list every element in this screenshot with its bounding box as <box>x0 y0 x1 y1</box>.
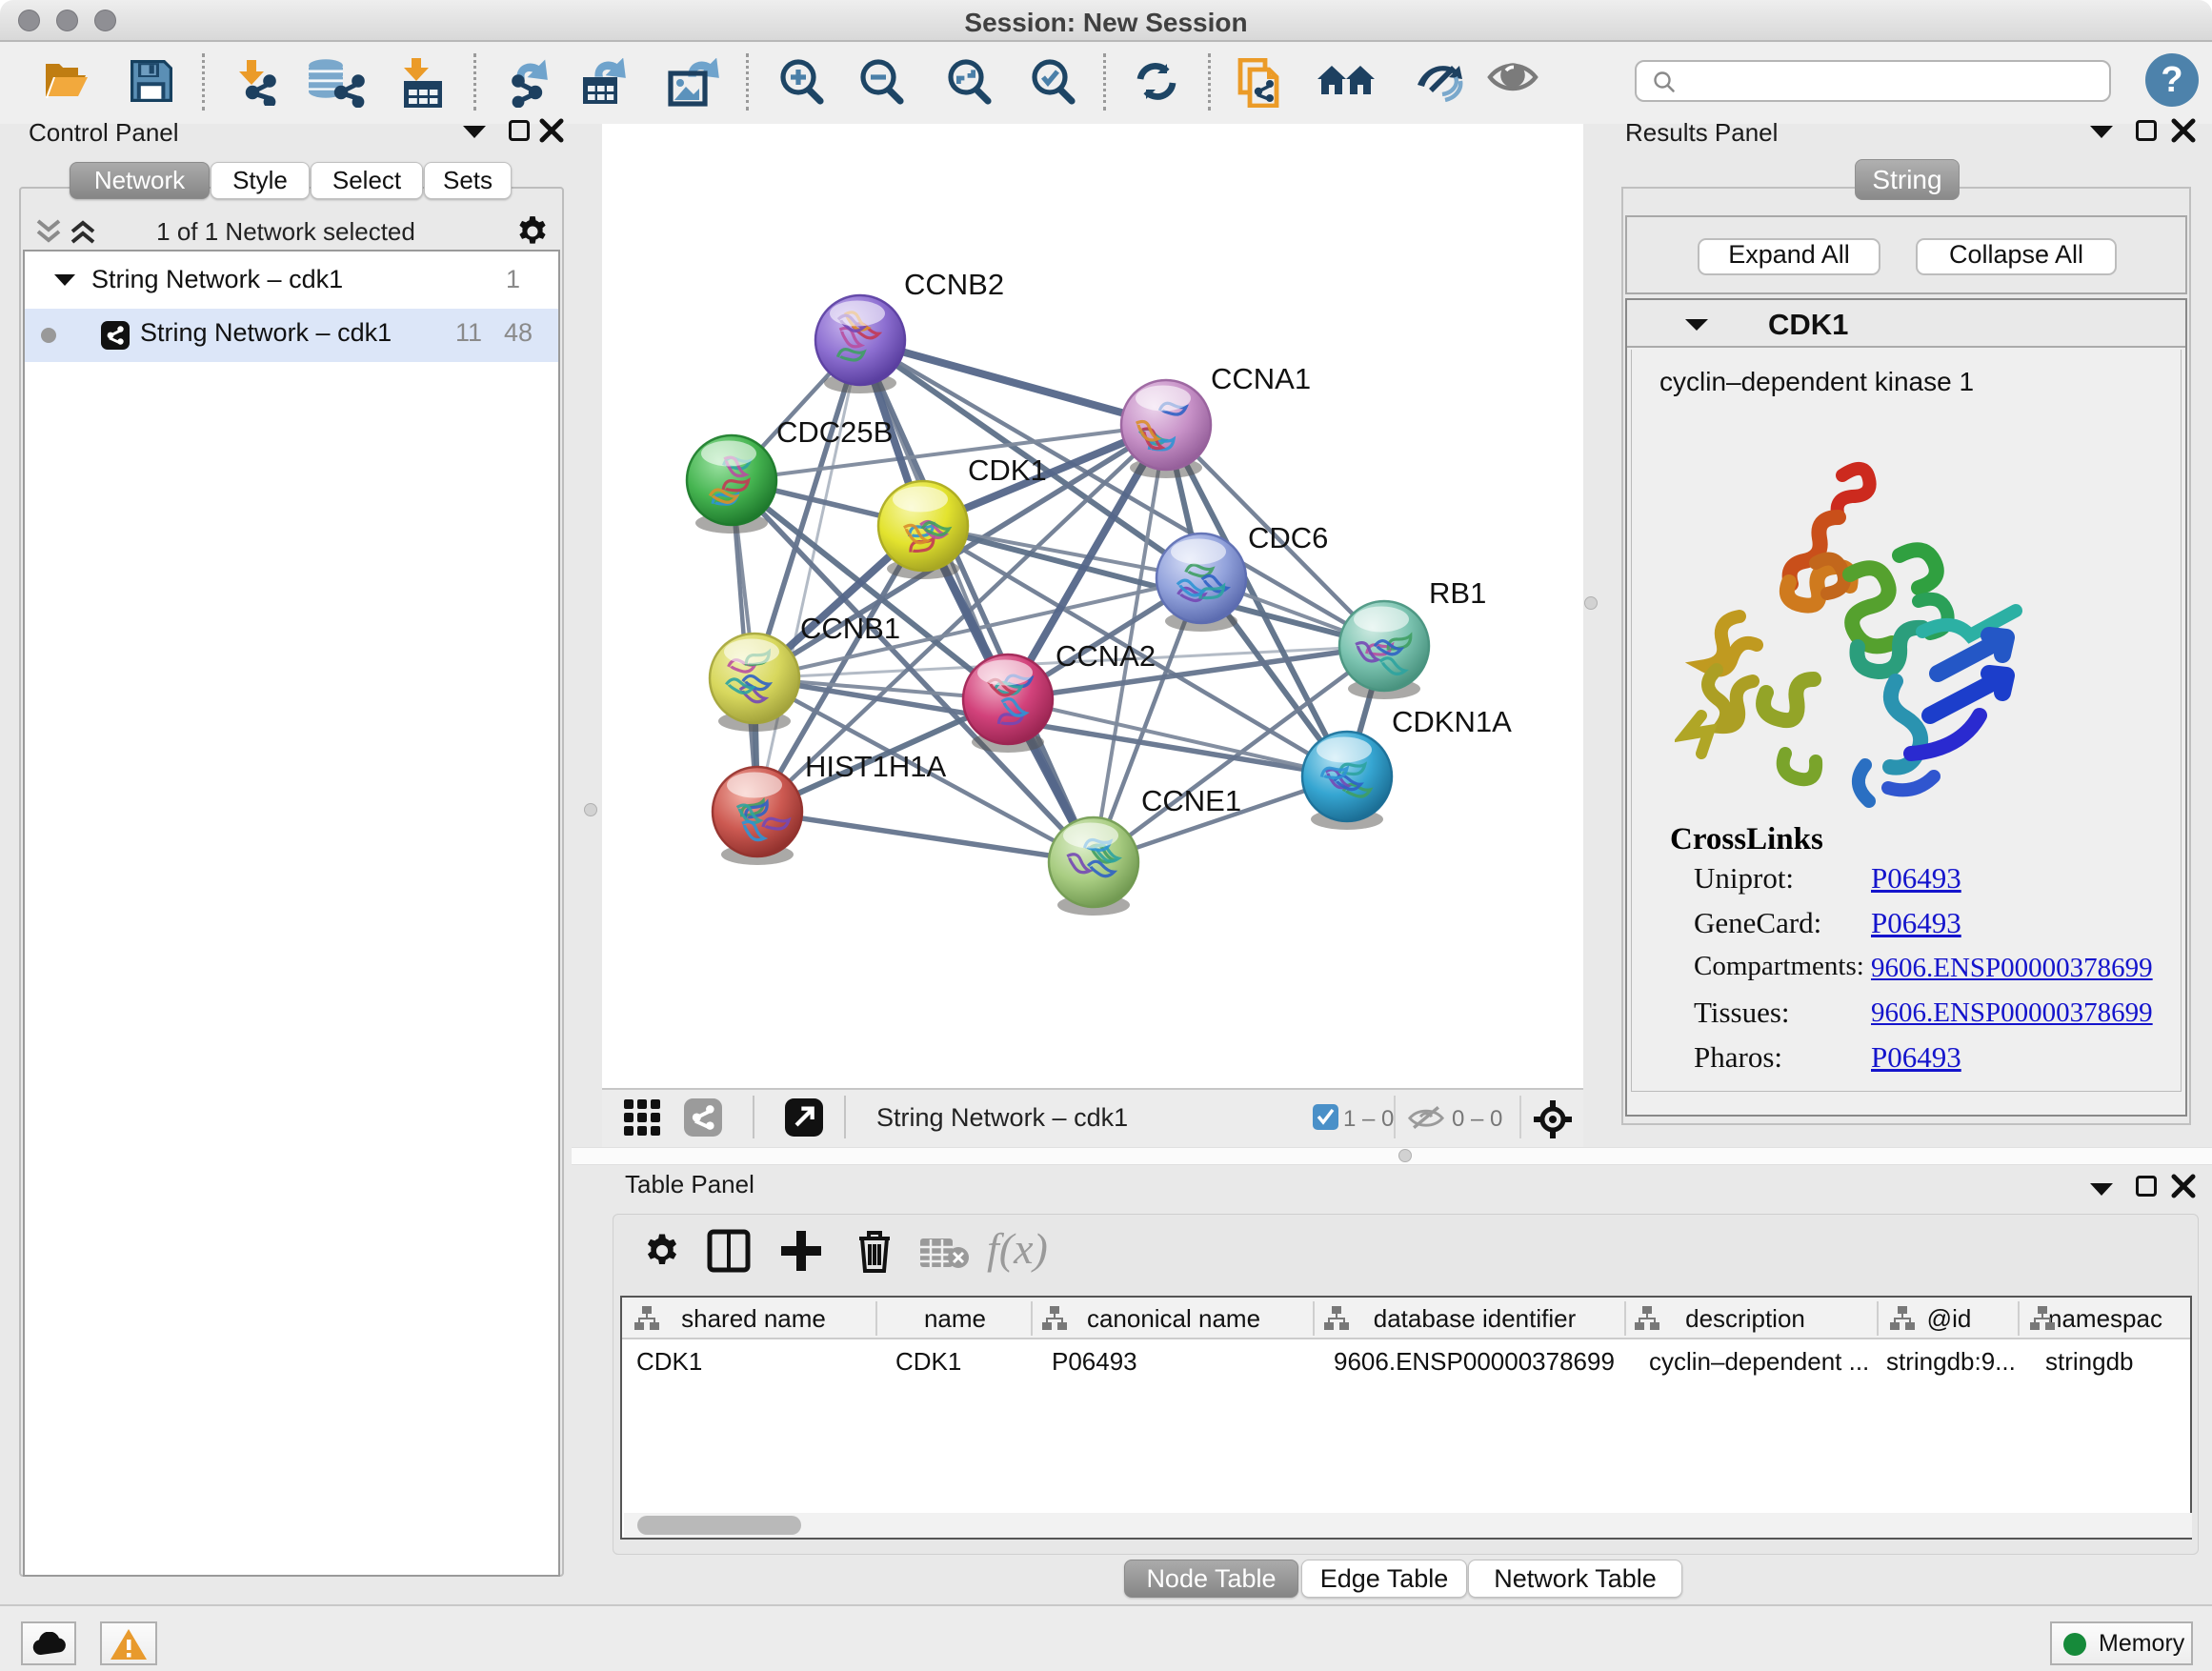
svg-text:CCNB2: CCNB2 <box>904 268 1004 301</box>
svg-text:CCNA2: CCNA2 <box>1056 639 1156 673</box>
svg-text:CCNB1: CCNB1 <box>800 612 900 645</box>
svg-text:CCNA1: CCNA1 <box>1211 362 1311 395</box>
svg-text:CDK1: CDK1 <box>968 453 1047 487</box>
svg-text:HIST1H1A: HIST1H1A <box>805 750 946 783</box>
svg-text:CDC6: CDC6 <box>1248 521 1328 554</box>
svg-text:CDC25B: CDC25B <box>776 415 893 449</box>
svg-text:RB1: RB1 <box>1429 576 1486 610</box>
svg-text:CCNE1: CCNE1 <box>1141 784 1241 817</box>
svg-text:CDKN1A: CDKN1A <box>1392 705 1512 738</box>
